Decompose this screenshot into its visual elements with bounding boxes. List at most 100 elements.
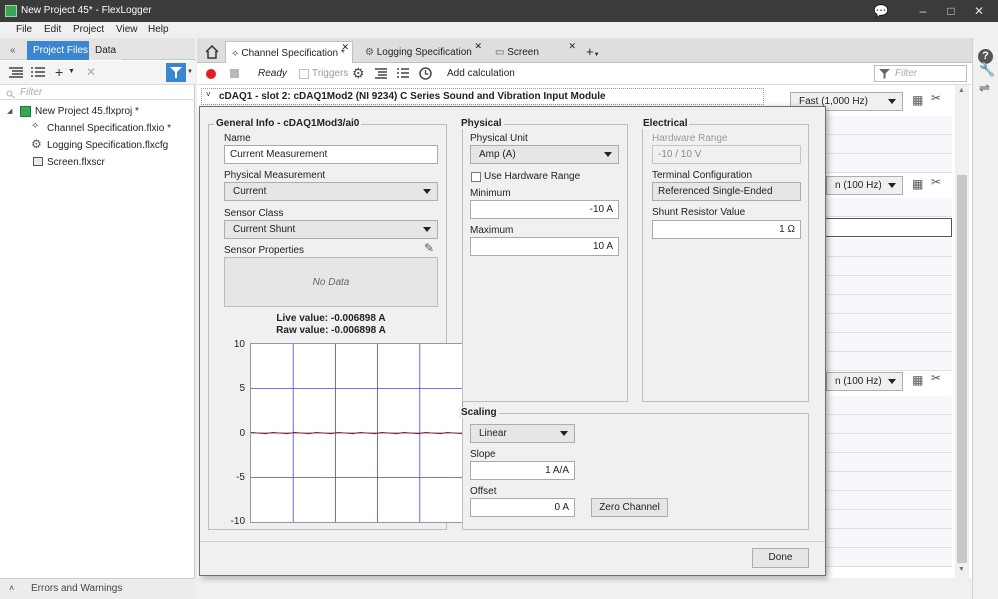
sheet-row-selected[interactable]	[812, 218, 952, 237]
tab-data[interactable]: Data	[89, 41, 123, 60]
channel-list-icon[interactable]	[375, 68, 387, 80]
offset-input[interactable]: 0 A	[470, 498, 575, 517]
physical-measurement-select[interactable]: Current	[224, 182, 438, 201]
channel-spec-icon: ⟡	[232, 48, 242, 59]
panel-toolbar: + ▼ ✕ ▼	[0, 61, 195, 85]
sheet-row[interactable]	[812, 198, 952, 217]
chevron-down-icon[interactable]: ▼	[187, 69, 193, 75]
sheet-row[interactable]	[812, 548, 952, 567]
sheet-row[interactable]	[812, 314, 952, 333]
sheet-row[interactable]	[812, 510, 952, 529]
connector-icon[interactable]: ⇌	[979, 80, 990, 96]
list-icon[interactable]	[397, 68, 409, 80]
module-row[interactable]: ˅ cDAQ1 - slot 2: cDAQ1Mod2 (NI 9234) C …	[201, 88, 764, 105]
use-hardware-range-checkbox[interactable]	[471, 172, 481, 182]
tab-channel-specification[interactable]: ⟡ Channel Specification * ✕	[225, 41, 353, 63]
sheet-row[interactable]	[812, 116, 952, 135]
tab-screen[interactable]: ▭ Screen ✕	[489, 41, 579, 63]
sheet-row[interactable]	[812, 238, 952, 257]
physical-unit-select[interactable]: Amp (A)	[470, 145, 619, 164]
close-tab-icon[interactable]: ✕	[474, 41, 482, 52]
triggers-checkbox[interactable]	[299, 69, 309, 79]
menu-edit[interactable]: Edit	[44, 24, 61, 35]
data-point	[410, 432, 412, 434]
errors-warnings-bar[interactable]: ˄ Errors and Warnings	[0, 578, 195, 599]
stop-button[interactable]	[230, 69, 239, 78]
home-tab[interactable]	[200, 41, 224, 63]
tab-project-files[interactable]: Project Files	[27, 41, 95, 60]
collapse-panel-button[interactable]: «	[4, 41, 22, 60]
add-tab-button[interactable]: +▼	[582, 41, 608, 63]
rate-select[interactable]: n (100 Hz)	[826, 176, 903, 195]
close-tab-icon[interactable]: ✕	[341, 42, 349, 53]
tree-item-project[interactable]: New Project 45.flxproj *	[35, 106, 139, 117]
zero-channel-button[interactable]: Zero Channel	[591, 498, 668, 517]
sheet-row[interactable]	[812, 135, 952, 154]
scroll-down-icon[interactable]: ▼	[958, 566, 965, 573]
sheet-row[interactable]	[812, 453, 952, 472]
menu-view[interactable]: View	[116, 24, 138, 35]
tree-item-channel-spec[interactable]: Channel Specification.flxio *	[47, 123, 171, 134]
tree-item-logging-spec[interactable]: Logging Specification.flxcfg	[47, 140, 168, 151]
maximum-input[interactable]: 10 A	[470, 237, 619, 256]
shunt-resistor-input[interactable]: 1 Ω	[652, 220, 801, 239]
sheet-row[interactable]	[812, 276, 952, 295]
menu-file[interactable]: File	[16, 24, 32, 35]
filter-button[interactable]	[166, 63, 186, 82]
name-input[interactable]: Current Measurement	[224, 145, 438, 164]
tab-logging-specification[interactable]: ⚙ Logging Specification ✕	[359, 41, 485, 63]
sensor-class-select[interactable]: Current Shunt	[224, 220, 438, 239]
delete-icon[interactable]: ✕	[86, 65, 96, 79]
add-icon[interactable]: +	[55, 64, 63, 80]
sheet-row[interactable]	[812, 396, 952, 415]
pencil-icon[interactable]: ✎	[424, 241, 434, 255]
sheet-row[interactable]	[812, 333, 952, 352]
rate-select[interactable]: n (100 Hz)	[826, 372, 903, 391]
tree-filter-input[interactable]: Filter	[0, 86, 195, 100]
expand-all-icon[interactable]	[9, 67, 23, 79]
sheet-row[interactable]	[812, 434, 952, 453]
wrench-icon[interactable]: 🔧	[979, 62, 995, 78]
sheet-row[interactable]	[812, 352, 952, 371]
screen-icon: ▭	[495, 47, 508, 58]
clock-icon[interactable]	[419, 67, 432, 80]
disconnect-icon[interactable]: ✂	[931, 91, 941, 105]
scaling-type-select[interactable]: Linear	[470, 424, 575, 443]
expand-arrow-icon[interactable]: ◢	[7, 107, 12, 115]
shunt-resistor-label: Shunt Resistor Value	[652, 207, 746, 218]
sheet-row[interactable]	[812, 154, 952, 173]
disconnect-icon[interactable]: ✂	[931, 371, 941, 385]
grid-icon[interactable]: ▦	[912, 177, 923, 191]
minimum-input[interactable]: -10 A	[470, 200, 619, 219]
tree-item-screen[interactable]: Screen.flxscr	[47, 157, 105, 168]
menu-project[interactable]: Project	[73, 24, 104, 35]
disconnect-icon[interactable]: ✂	[931, 175, 941, 189]
maximize-button[interactable]: □	[940, 2, 962, 20]
menu-help[interactable]: Help	[148, 24, 169, 35]
data-point	[264, 433, 267, 435]
list-icon[interactable]	[31, 67, 45, 79]
chevron-down-icon[interactable]: ▼	[68, 68, 75, 75]
errors-warnings-label: Errors and Warnings	[31, 583, 123, 594]
close-button[interactable]: ✕	[968, 2, 990, 20]
record-button[interactable]	[206, 69, 216, 79]
sheet-row[interactable]	[812, 529, 952, 548]
add-calculation-button[interactable]: Add calculation	[447, 68, 515, 79]
channel-filter-input[interactable]: Filter	[874, 65, 967, 82]
scrollbar-thumb[interactable]	[957, 175, 967, 563]
grid-icon[interactable]: ▦	[912, 373, 923, 387]
scroll-up-icon[interactable]: ▲	[958, 87, 965, 94]
sheet-row[interactable]	[812, 491, 952, 510]
minimize-button[interactable]: –	[912, 2, 934, 20]
gear-icon[interactable]: ⚙	[352, 65, 365, 82]
sheet-row[interactable]	[812, 295, 952, 314]
feedback-icon[interactable]: 💬	[870, 2, 892, 20]
done-button[interactable]: Done	[752, 548, 809, 568]
terminal-configuration-field[interactable]: Referenced Single-Ended	[652, 182, 801, 201]
grid-icon[interactable]: ▦	[912, 93, 923, 107]
slope-input[interactable]: 1 A/A	[470, 461, 575, 480]
close-tab-icon[interactable]: ✕	[568, 41, 576, 52]
sheet-row[interactable]	[812, 415, 952, 434]
sheet-row[interactable]	[812, 472, 952, 491]
sheet-row[interactable]	[812, 257, 952, 276]
